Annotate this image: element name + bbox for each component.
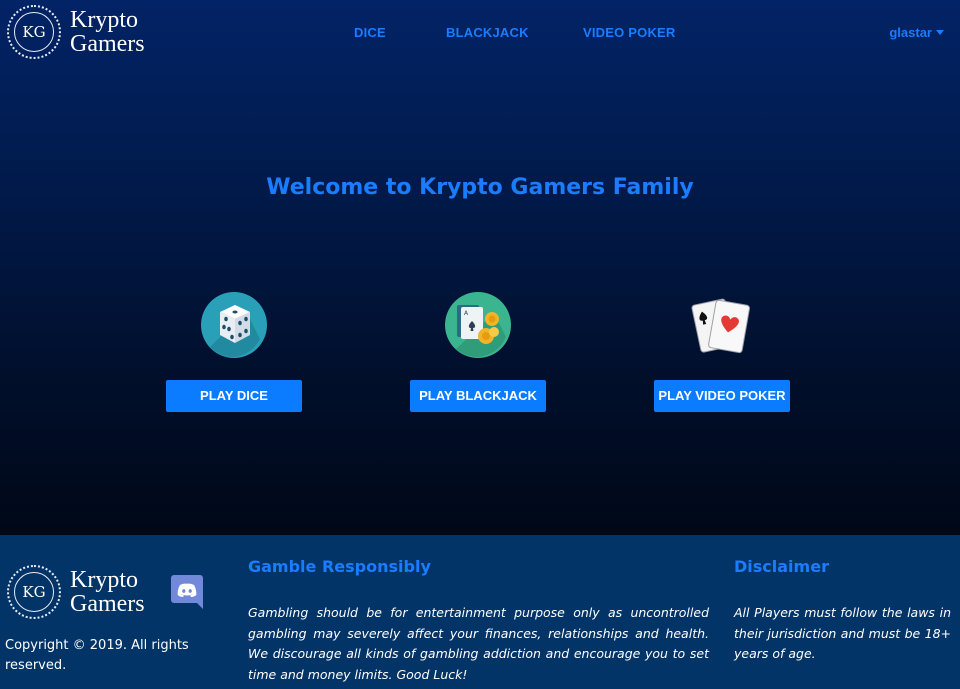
page-title: Welcome to Krypto Gamers Family	[266, 175, 694, 200]
logo-wordmark: Krypto Gamers	[70, 568, 145, 616]
game-card-video-poker: PLAY VIDEO POKER	[654, 291, 790, 412]
dice-icon	[201, 292, 267, 358]
game-card-blackjack: A PLAY BLACKJACK	[410, 291, 546, 412]
logo-line-1: Krypto	[70, 567, 138, 593]
nav-blackjack[interactable]: BLACKJACK	[446, 25, 529, 40]
logo-initials: KG	[22, 583, 46, 601]
footer-logo[interactable]: KG Krypto Gamers	[7, 565, 145, 619]
disclaimer-heading: Disclaimer	[734, 557, 829, 576]
disclaimer-text: All Players must follow the laws in thei…	[734, 605, 951, 661]
logo-line-2: Gamers	[70, 591, 145, 617]
hero-section: KG Krypto Gamers DICE BLACKJACK VIDEO PO…	[0, 0, 960, 535]
username: glastar	[889, 25, 932, 40]
caret-down-icon	[936, 30, 944, 35]
discord-icon[interactable]	[171, 575, 203, 609]
logo-badge-icon: KG	[7, 565, 61, 619]
logo-initials: KG	[22, 23, 46, 41]
play-dice-button[interactable]: PLAY DICE	[166, 380, 302, 412]
gamble-responsibly-text: Gambling should be for entertainment pur…	[248, 605, 709, 682]
play-blackjack-button[interactable]: PLAY BLACKJACK	[410, 380, 546, 412]
play-video-poker-button[interactable]: PLAY VIDEO POKER	[654, 380, 790, 412]
copyright-text: Copyright © 2019. All rights reserved.	[5, 638, 189, 673]
main-nav: DICE BLACKJACK VIDEO POKER	[0, 25, 960, 45]
nav-video-poker[interactable]: VIDEO POKER	[583, 25, 676, 40]
playing-cards-icon	[691, 298, 750, 354]
game-card-dice: PLAY DICE	[166, 291, 302, 412]
gamble-responsibly-heading: Gamble Responsibly	[248, 557, 431, 576]
cards-chips-icon: A	[445, 292, 511, 358]
user-menu-dropdown[interactable]: glastar	[889, 25, 944, 40]
footer: KG Krypto Gamers Copyright © 2019. All r…	[0, 535, 960, 689]
nav-dice[interactable]: DICE	[354, 25, 386, 40]
